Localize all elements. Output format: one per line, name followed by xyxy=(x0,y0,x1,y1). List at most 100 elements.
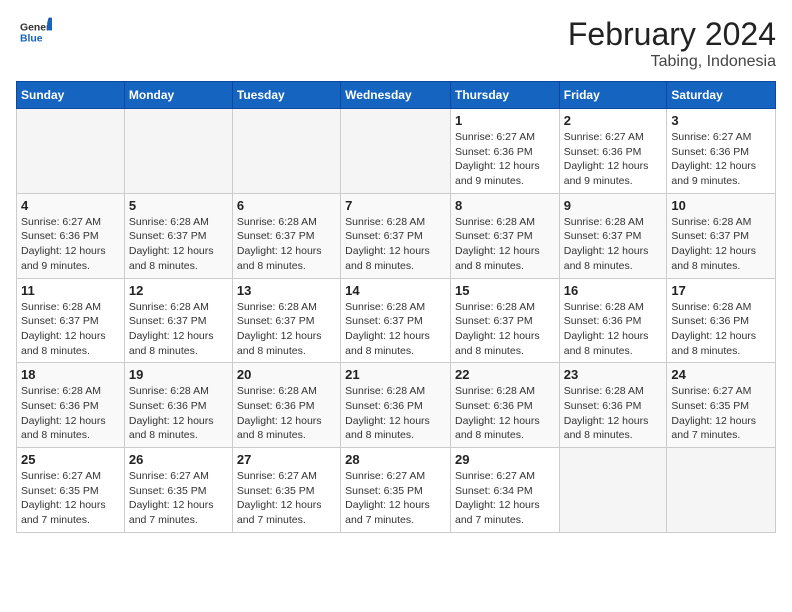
calendar-cell: 12 Sunrise: 6:28 AMSunset: 6:37 PMDayligh… xyxy=(124,278,232,363)
svg-text:Blue: Blue xyxy=(20,34,43,45)
day-info: Sunrise: 6:28 AMSunset: 6:36 PMDaylight:… xyxy=(21,384,120,443)
calendar-cell: 6 Sunrise: 6:28 AMSunset: 6:37 PMDaylight… xyxy=(232,193,340,278)
day-info: Sunrise: 6:27 AMSunset: 6:36 PMDaylight:… xyxy=(455,130,555,189)
day-number: 29 xyxy=(455,452,555,467)
day-number: 4 xyxy=(21,198,120,213)
day-info: Sunrise: 6:27 AMSunset: 6:35 PMDaylight:… xyxy=(671,384,771,443)
calendar-cell: 22Sunrise: 6:28 AMSunset: 6:36 PMDayligh… xyxy=(450,363,559,448)
day-number: 3 xyxy=(671,113,771,128)
calendar-week-row: 25 Sunrise: 6:27 AMSunset: 6:35 PMDayligh… xyxy=(17,448,776,533)
day-number: 6 xyxy=(237,198,336,213)
page-header: General Blue February 2024 Tabing, Indon… xyxy=(16,16,776,71)
calendar-cell xyxy=(341,109,451,194)
calendar-week-row: 11 Sunrise: 6:28 AMSunset: 6:37 PMDayligh… xyxy=(17,278,776,363)
day-number: 18 xyxy=(21,367,120,382)
day-info: Sunrise: 6:28 AMSunset: 6:36 PMDaylight:… xyxy=(129,384,228,443)
day-info: Sunrise: 6:28 AMSunset: 6:37 PMDaylight:… xyxy=(129,300,228,359)
day-info: Sunrise: 6:27 AMSunset: 6:35 PMDaylight:… xyxy=(345,469,446,528)
day-number: 23 xyxy=(564,367,663,382)
calendar-cell: 10 Sunrise: 6:28 AMSunset: 6:37 PMDayligh… xyxy=(667,193,776,278)
day-number: 9 xyxy=(564,198,663,213)
calendar-cell xyxy=(232,109,340,194)
calendar-cell: 17Sunrise: 6:28 AMSunset: 6:36 PMDayligh… xyxy=(667,278,776,363)
logo-icon: General Blue xyxy=(20,16,52,48)
day-number: 27 xyxy=(237,452,336,467)
calendar-cell: 28 Sunrise: 6:27 AMSunset: 6:35 PMDayligh… xyxy=(341,448,451,533)
calendar-cell: 2Sunrise: 6:27 AMSunset: 6:36 PMDaylight… xyxy=(559,109,667,194)
day-info: Sunrise: 6:27 AMSunset: 6:35 PMDaylight:… xyxy=(21,469,120,528)
calendar-cell: 4 Sunrise: 6:27 AMSunset: 6:36 PMDaylight… xyxy=(17,193,125,278)
day-number: 13 xyxy=(237,283,336,298)
calendar-cell xyxy=(124,109,232,194)
day-number: 16 xyxy=(564,283,663,298)
calendar-cell: 23 Sunrise: 6:28 AMSunset: 6:36 PMDayligh… xyxy=(559,363,667,448)
calendar-header: SundayMondayTuesdayWednesdayThursdayFrid… xyxy=(17,82,776,109)
calendar-cell: 29Sunrise: 6:27 AMSunset: 6:34 PMDayligh… xyxy=(450,448,559,533)
day-number: 20 xyxy=(237,367,336,382)
day-number: 11 xyxy=(21,283,120,298)
calendar-cell: 3 Sunrise: 6:27 AMSunset: 6:36 PMDaylight… xyxy=(667,109,776,194)
calendar-cell: 5Sunrise: 6:28 AMSunset: 6:37 PMDaylight… xyxy=(124,193,232,278)
calendar-cell: 8Sunrise: 6:28 AMSunset: 6:37 PMDaylight… xyxy=(450,193,559,278)
day-info: Sunrise: 6:27 AMSunset: 6:36 PMDaylight:… xyxy=(671,130,771,189)
calendar-cell: 13Sunrise: 6:28 AMSunset: 6:37 PMDayligh… xyxy=(232,278,340,363)
day-number: 10 xyxy=(671,198,771,213)
calendar-cell: 18 Sunrise: 6:28 AMSunset: 6:36 PMDayligh… xyxy=(17,363,125,448)
day-number: 25 xyxy=(21,452,120,467)
calendar-cell: 7 Sunrise: 6:28 AMSunset: 6:37 PMDaylight… xyxy=(341,193,451,278)
day-of-week-header: Thursday xyxy=(450,82,559,109)
calendar-cell: 9 Sunrise: 6:28 AMSunset: 6:37 PMDaylight… xyxy=(559,193,667,278)
days-of-week-row: SundayMondayTuesdayWednesdayThursdayFrid… xyxy=(17,82,776,109)
day-number: 26 xyxy=(129,452,228,467)
day-number: 21 xyxy=(345,367,446,382)
day-info: Sunrise: 6:28 AMSunset: 6:37 PMDaylight:… xyxy=(455,215,555,274)
day-info: Sunrise: 6:28 AMSunset: 6:37 PMDaylight:… xyxy=(671,215,771,274)
day-info: Sunrise: 6:27 AMSunset: 6:35 PMDaylight:… xyxy=(129,469,228,528)
day-info: Sunrise: 6:28 AMSunset: 6:37 PMDaylight:… xyxy=(455,300,555,359)
day-of-week-header: Sunday xyxy=(17,82,125,109)
calendar-cell: 14 Sunrise: 6:28 AMSunset: 6:37 PMDayligh… xyxy=(341,278,451,363)
day-info: Sunrise: 6:28 AMSunset: 6:36 PMDaylight:… xyxy=(671,300,771,359)
day-info: Sunrise: 6:27 AMSunset: 6:35 PMDaylight:… xyxy=(237,469,336,528)
calendar-cell: 15 Sunrise: 6:28 AMSunset: 6:37 PMDayligh… xyxy=(450,278,559,363)
day-info: Sunrise: 6:27 AMSunset: 6:36 PMDaylight:… xyxy=(21,215,120,274)
day-number: 12 xyxy=(129,283,228,298)
day-number: 15 xyxy=(455,283,555,298)
day-info: Sunrise: 6:28 AMSunset: 6:36 PMDaylight:… xyxy=(564,384,663,443)
day-info: Sunrise: 6:28 AMSunset: 6:37 PMDaylight:… xyxy=(237,215,336,274)
calendar-cell: 21 Sunrise: 6:28 AMSunset: 6:36 PMDayligh… xyxy=(341,363,451,448)
calendar-week-row: 18 Sunrise: 6:28 AMSunset: 6:36 PMDayligh… xyxy=(17,363,776,448)
calendar-cell: 19Sunrise: 6:28 AMSunset: 6:36 PMDayligh… xyxy=(124,363,232,448)
calendar-cell: 20 Sunrise: 6:28 AMSunset: 6:36 PMDayligh… xyxy=(232,363,340,448)
page-title: February 2024 xyxy=(568,16,776,53)
day-of-week-header: Monday xyxy=(124,82,232,109)
calendar-cell xyxy=(667,448,776,533)
day-of-week-header: Wednesday xyxy=(341,82,451,109)
calendar-cell xyxy=(559,448,667,533)
title-block: February 2024 Tabing, Indonesia xyxy=(568,16,776,71)
day-of-week-header: Tuesday xyxy=(232,82,340,109)
calendar-cell xyxy=(17,109,125,194)
day-number: 7 xyxy=(345,198,446,213)
day-info: Sunrise: 6:28 AMSunset: 6:36 PMDaylight:… xyxy=(564,300,663,359)
calendar-cell: 16 Sunrise: 6:28 AMSunset: 6:36 PMDayligh… xyxy=(559,278,667,363)
day-info: Sunrise: 6:28 AMSunset: 6:37 PMDaylight:… xyxy=(345,215,446,274)
day-info: Sunrise: 6:28 AMSunset: 6:37 PMDaylight:… xyxy=(345,300,446,359)
day-number: 5 xyxy=(129,198,228,213)
calendar-week-row: 1Sunrise: 6:27 AMSunset: 6:36 PMDaylight… xyxy=(17,109,776,194)
page-subtitle: Tabing, Indonesia xyxy=(568,53,776,71)
day-info: Sunrise: 6:28 AMSunset: 6:36 PMDaylight:… xyxy=(455,384,555,443)
calendar-table: SundayMondayTuesdayWednesdayThursdayFrid… xyxy=(16,81,776,533)
day-number: 24 xyxy=(671,367,771,382)
day-info: Sunrise: 6:28 AMSunset: 6:36 PMDaylight:… xyxy=(345,384,446,443)
calendar-body: 1Sunrise: 6:27 AMSunset: 6:36 PMDaylight… xyxy=(17,109,776,533)
calendar-cell: 27 Sunrise: 6:27 AMSunset: 6:35 PMDayligh… xyxy=(232,448,340,533)
calendar-cell: 24 Sunrise: 6:27 AMSunset: 6:35 PMDayligh… xyxy=(667,363,776,448)
calendar-cell: 25 Sunrise: 6:27 AMSunset: 6:35 PMDayligh… xyxy=(17,448,125,533)
day-info: Sunrise: 6:28 AMSunset: 6:36 PMDaylight:… xyxy=(237,384,336,443)
calendar-week-row: 4 Sunrise: 6:27 AMSunset: 6:36 PMDaylight… xyxy=(17,193,776,278)
day-info: Sunrise: 6:28 AMSunset: 6:37 PMDaylight:… xyxy=(564,215,663,274)
day-number: 28 xyxy=(345,452,446,467)
day-info: Sunrise: 6:28 AMSunset: 6:37 PMDaylight:… xyxy=(21,300,120,359)
day-number: 14 xyxy=(345,283,446,298)
